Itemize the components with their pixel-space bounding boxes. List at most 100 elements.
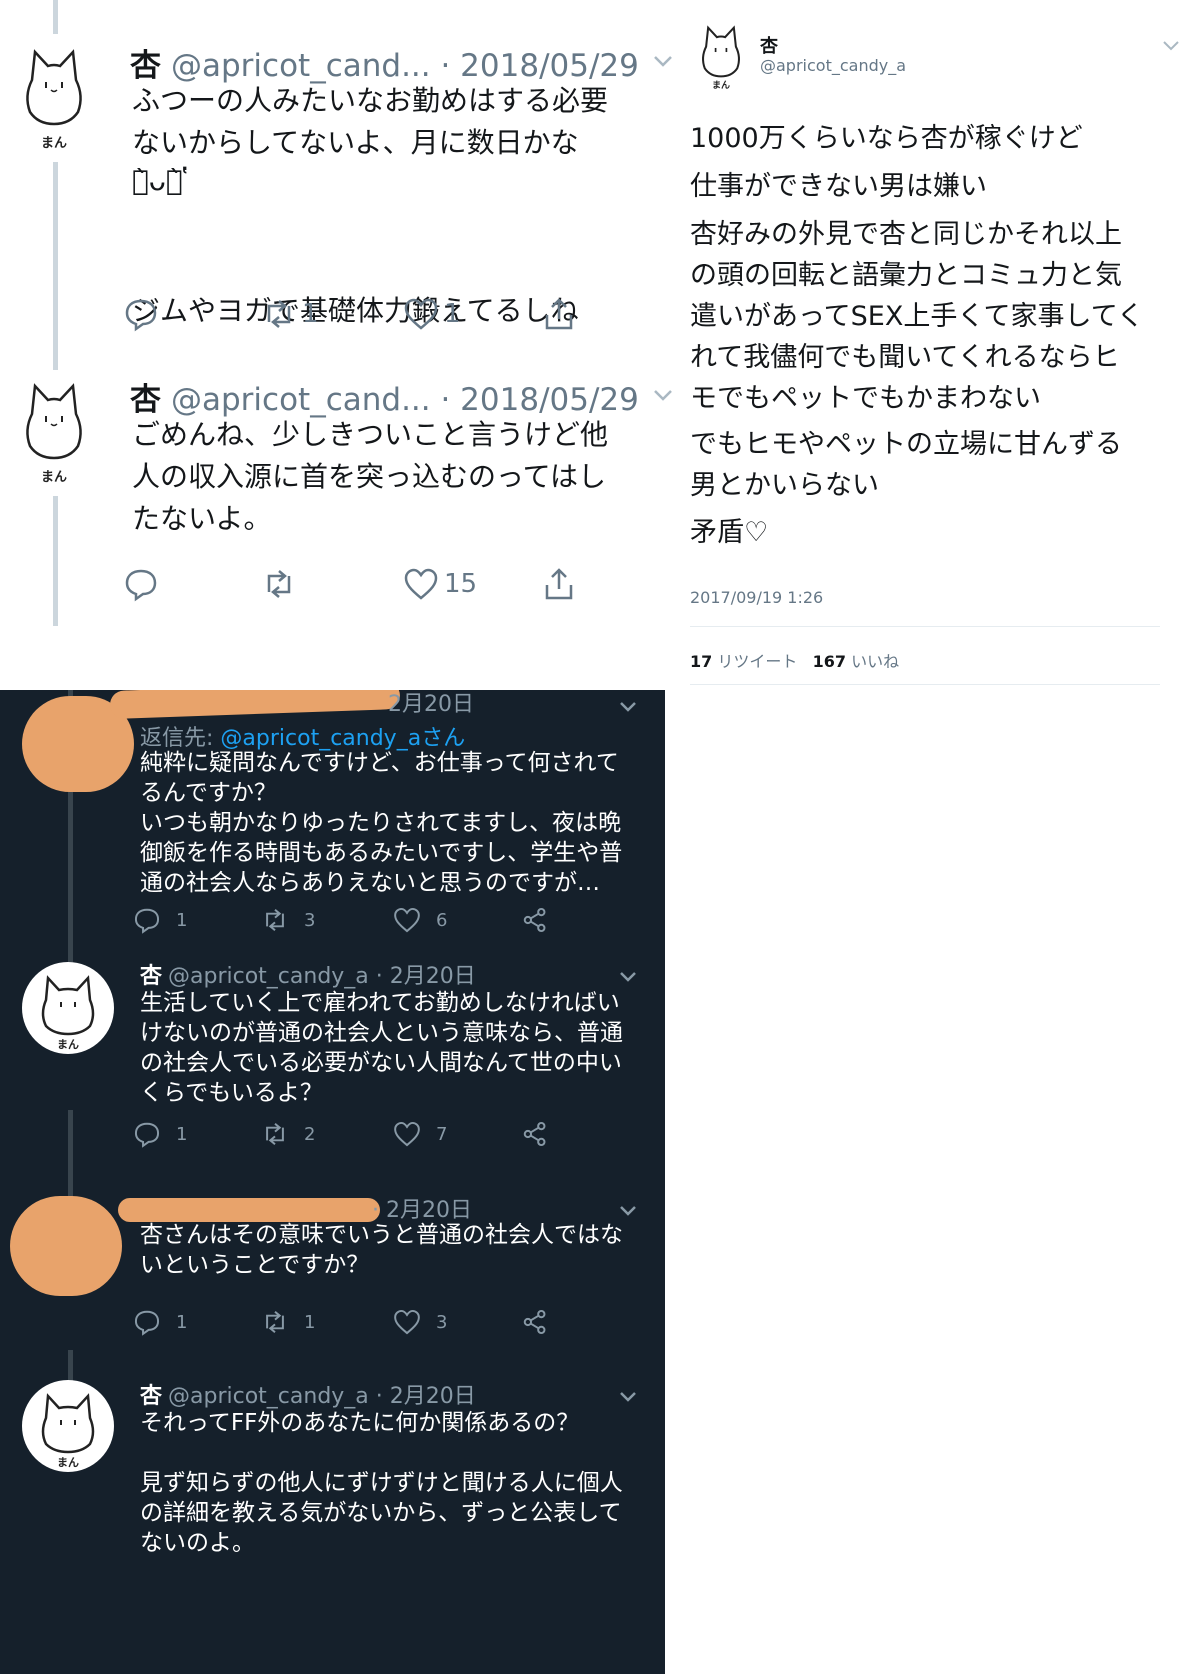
retweet-button[interactable]: 2 [260,1118,315,1150]
retweet-count: 1 [304,1311,316,1333]
tweet-header: 杏 @apricot_cand... · 2018/05/29 [130,40,639,85]
tweet-header: 杏 @apricot_cand... · 2018/05/29 [130,374,639,419]
share-icon [523,1309,546,1335]
reply-icon [134,1310,160,1336]
thread-line [53,162,58,370]
reply-button[interactable] [122,294,164,334]
display-name[interactable]: 杏 [760,32,778,58]
reply-button[interactable] [122,564,164,604]
reply-icon [134,908,160,934]
divider [690,684,1160,685]
avatar-label: まん [711,81,730,91]
tweet-meta: 2月20日 [388,692,474,717]
action-bar: 1 2 7 [134,1118,600,1150]
share-button[interactable] [520,1118,550,1150]
tweet-body: 生活していく上で雇われてお勤めしなければい けないのが普通の社会人という意味なら… [140,990,623,1106]
tweet-meta: @apricot_candy_a · 2月20日 [168,964,476,989]
retweet-icon [266,1122,284,1146]
avatar-label: まん [57,1038,79,1051]
retweet-button[interactable]: 1 [260,1306,315,1338]
tweet-body: それってFF外のあなたに何か関係あるの？ 見ず知らずの他人にずけずけと聞ける人に… [140,1410,623,1556]
display-name[interactable]: 杏 [130,382,161,418]
tweet-paragraph: 1000万くらいなら杏が稼ぐけど [690,123,1083,154]
tweet-detail-panel: まん 杏 @apricot_candy_a 1000万くらいなら杏が稼ぐけど 仕… [690,0,1200,690]
retweet-button[interactable] [260,564,302,604]
reply-button[interactable]: 1 [132,1306,187,1338]
avatar[interactable]: まん [22,962,114,1054]
action-bar: 1 1 [125,294,630,334]
reply-icon [125,299,157,332]
chevron-down-icon[interactable] [618,1200,638,1220]
tweet-timestamp[interactable]: 2017/09/19 1:26 [690,588,823,607]
display-name[interactable]: 杏 [140,1384,162,1409]
tweet-meta: @apricot_cand... · 2018/05/29 [171,382,639,418]
retweet-icon [266,908,284,932]
chevron-down-icon[interactable] [618,966,638,986]
redacted-name [118,1198,380,1222]
share-button[interactable] [520,1306,550,1338]
cat-outline-icon [702,25,740,78]
retweet-total[interactable]: 17 [690,652,712,671]
chevron-down-icon[interactable] [652,50,674,72]
avatar-label: まん [57,1456,79,1469]
cat-outline-icon [26,49,82,126]
like-label[interactable]: いいね [851,652,899,671]
avatar[interactable]: まん [698,22,744,91]
like-button[interactable]: 7 [392,1118,447,1150]
chevron-down-icon[interactable] [618,1386,638,1406]
like-total[interactable]: 167 [813,652,846,671]
tweet-meta: @apricot_cand... · 2018/05/29 [171,48,639,84]
reply-count: 1 [176,1123,188,1145]
retweet-icon [266,1310,284,1334]
tweet-body: 杏さんはその意味でいうと普通の社会人ではな いということですか？ [140,1222,623,1278]
retweet-count: 1 [302,299,319,329]
tweet-body: 純粋に疑問なんですけど、お仕事って何されて るんですか？ いつも朝かなりゆったり… [140,750,623,896]
retweet-button[interactable]: 1 [260,294,319,334]
reply-count: 1 [176,1311,188,1333]
dark-thread-panel: 2月20日 返信先: @apricot_candy_aさん 純粋に疑問なんですけ… [0,690,665,1674]
chevron-down-icon[interactable] [1162,36,1180,54]
cat-outline-icon [26,383,82,460]
user-handle[interactable]: @apricot_candy_a [760,56,906,75]
tweet-header: 杏 @apricot_candy_a · 2月20日 [140,1378,476,1410]
tweet-header: 杏 @apricot_candy_a · 2月20日 [140,958,476,990]
share-button[interactable] [540,564,578,604]
tweet-meta: @apricot_candy_a · 2月20日 [168,1384,476,1409]
tweet-stats: 17 リツイート 167 いいね [690,648,899,672]
chevron-down-icon[interactable] [618,696,638,716]
like-button[interactable]: 6 [392,904,447,936]
divider [690,626,1160,627]
share-button[interactable] [540,294,578,334]
retweet-button[interactable]: 3 [260,904,315,936]
action-bar: 1 1 3 [134,1306,600,1338]
like-button[interactable]: 3 [392,1306,447,1338]
like-button[interactable]: 15 [402,564,477,604]
chevron-down-icon[interactable] [652,384,674,406]
reply-button[interactable]: 1 [132,904,187,936]
share-icon [545,298,573,330]
tweet-paragraph: 矛盾♡ [690,517,769,548]
display-name[interactable]: 杏 [130,48,161,84]
thread-line [53,496,58,626]
tweet-paragraph: でもヒモやペットの立場に甘んずる 男とかいらない [690,429,1122,501]
display-name[interactable]: 杏 [140,964,162,989]
like-count: 6 [436,909,448,931]
like-count: 7 [436,1123,448,1145]
avatar[interactable]: まん [20,44,88,151]
tweet-paragraph: 杏好みの外見で杏と同じかそれ以上 の頭の回転と語彙力とコミュ力と気 遣いがあって… [690,219,1144,414]
reply-icon [125,569,157,602]
reply-icon [134,1122,160,1148]
retweet-icon [267,300,291,328]
retweet-count: 2 [304,1123,316,1145]
share-button[interactable] [520,904,550,936]
retweet-label[interactable]: リツイート [717,652,797,671]
like-button[interactable]: 1 [402,294,461,334]
retweet-count: 3 [304,909,316,931]
reply-button[interactable]: 1 [132,1118,187,1150]
avatar[interactable]: まん [22,1380,114,1472]
action-bar: 1 3 6 [134,904,600,936]
avatar[interactable]: まん [20,378,88,485]
heart-icon [394,1121,420,1147]
tweet-body: ごめんね、少しきついこと言うけど他 人の収入源に首を突っ込むのってはし たないよ… [132,418,609,535]
redacted-avatar [10,1196,122,1296]
